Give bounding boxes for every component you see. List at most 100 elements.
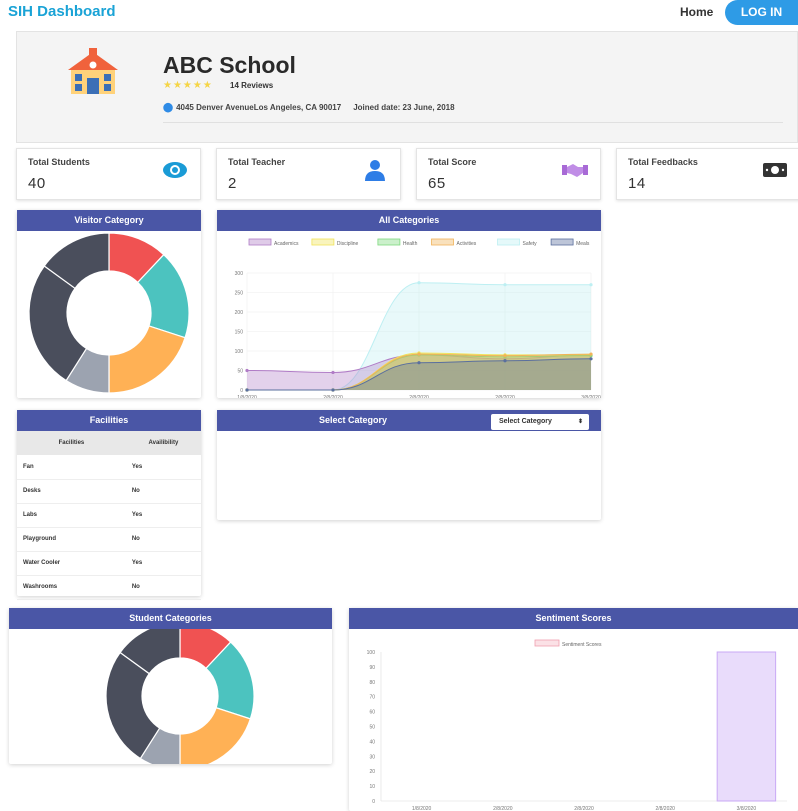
- legend-swatch: [431, 238, 454, 246]
- y-tick-label: 20: [369, 769, 375, 775]
- sentiment-bar-chart: Sentiment Scores 0 10 20 30 40 50 60 70 80 90 100 1/…: [367, 639, 787, 811]
- y-tick-label: 40: [369, 739, 375, 745]
- stat-card-students: Total Students 40: [16, 148, 201, 200]
- money-icon: [763, 163, 787, 177]
- facility-availability: Yes: [125, 503, 201, 528]
- y-tick-label: 10: [369, 784, 375, 790]
- legend-swatch: [311, 238, 335, 246]
- user-icon: [365, 160, 385, 181]
- stat-title: Total Teacher: [228, 157, 286, 167]
- facility-availability: Yes: [125, 455, 201, 480]
- data-point[interactable]: [245, 368, 249, 373]
- facility-availability: Yes: [125, 551, 201, 576]
- visitor-donut-chart: [28, 232, 190, 394]
- data-point[interactable]: [331, 370, 335, 375]
- y-tick-label: 0: [372, 799, 375, 805]
- visitor-category-card: Visitor Category: [17, 210, 201, 398]
- x-tick-label: 1/8/2020: [237, 395, 257, 398]
- x-tick-label: 2/8/2020: [574, 806, 594, 811]
- x-tick-label: 3/8/2020: [581, 395, 601, 398]
- legend-item[interactable]: Academics: [248, 238, 299, 247]
- y-tick-label: 300: [235, 271, 244, 277]
- legend-item[interactable]: Sentiment Scores: [534, 639, 602, 648]
- all-categories-area-chart: Academics Discipline Health Activities Safet…: [235, 238, 601, 401]
- data-point[interactable]: [589, 352, 593, 356]
- school-address: 4045 Denver AvenueLos Angeles, CA 90017: [176, 103, 342, 112]
- table-row: Fan Yes: [17, 455, 201, 480]
- stat-value: 14: [628, 175, 646, 192]
- y-tick-label: 100: [235, 349, 244, 355]
- legend-item[interactable]: Discipline: [311, 238, 359, 247]
- y-tick-label: 0: [240, 388, 243, 394]
- legend-label: Safety: [523, 241, 538, 247]
- facilities-table: Facilities Availibility Fan Yes Desks No L…: [17, 431, 201, 600]
- select-category-dropdown[interactable]: Select Category ⬍: [491, 414, 589, 430]
- y-tick-label: 60: [369, 710, 375, 716]
- data-point[interactable]: [503, 283, 507, 287]
- all-categories-card: All Categories Academics Discipline Health…: [217, 210, 601, 401]
- y-tick-label: 90: [369, 665, 375, 671]
- legend-label: Meals: [576, 241, 590, 247]
- pie-slice[interactable]: [179, 706, 252, 771]
- data-point[interactable]: [503, 354, 507, 358]
- updown-caret-icon: ⬍: [577, 419, 583, 425]
- reviews-count: 14 Reviews: [230, 81, 274, 90]
- data-point[interactable]: [417, 361, 421, 365]
- legend-swatch: [377, 238, 401, 246]
- stat-title: Total Students: [28, 157, 90, 167]
- data-point[interactable]: [417, 352, 421, 356]
- home-link[interactable]: Home: [680, 5, 713, 19]
- legend-label: Academics: [274, 241, 299, 247]
- legend-label: Sentiment Scores: [562, 642, 602, 648]
- table-header-row: Facilities Availibility: [17, 431, 201, 455]
- x-tick-label: 1/8/2020: [412, 806, 432, 811]
- school-name: ABC School: [163, 52, 296, 78]
- data-point[interactable]: [589, 283, 593, 287]
- card-title: Visitor Category: [17, 210, 201, 231]
- stat-value: 2: [228, 175, 237, 192]
- facility-availability: No: [125, 527, 201, 552]
- column-header: Facilities: [17, 431, 126, 455]
- legend-item[interactable]: Safety: [497, 238, 538, 247]
- login-button[interactable]: LOG IN: [725, 0, 798, 25]
- legend-swatch: [248, 238, 272, 246]
- column-header: Availibility: [125, 431, 201, 455]
- data-point[interactable]: [245, 388, 249, 392]
- stat-value: 65: [428, 175, 446, 192]
- eye-icon: [163, 162, 187, 178]
- stat-title: Total Feedbacks: [628, 157, 698, 167]
- legend-item[interactable]: Activities: [431, 238, 477, 247]
- bar[interactable]: [716, 651, 777, 802]
- data-point[interactable]: [503, 359, 507, 363]
- legend-swatch: [534, 639, 560, 647]
- y-tick-label: 80: [369, 680, 375, 686]
- table-row: Water Cooler Yes: [17, 551, 201, 576]
- x-tick-label: 2/8/2020: [655, 806, 675, 811]
- data-point[interactable]: [331, 388, 335, 392]
- card-title-bar: Select Category Select Category ⬍: [217, 410, 601, 431]
- y-tick-label: 50: [369, 725, 375, 731]
- table-row: Labs Yes: [17, 503, 201, 528]
- brand-link[interactable]: SIH Dashboard: [8, 3, 116, 20]
- x-tick-label: 2/8/2020: [409, 395, 429, 398]
- data-point[interactable]: [417, 281, 421, 285]
- facility-name: Washrooms: [17, 575, 126, 600]
- table-row: Washrooms No: [17, 575, 201, 600]
- legend-item[interactable]: Meals: [550, 238, 590, 247]
- legend-item[interactable]: Health: [377, 238, 418, 247]
- location-pin-icon: ⬤: [163, 102, 174, 112]
- joined-date: Joined date: 23 June, 2018: [353, 103, 455, 112]
- x-tick-label: 2/8/2020: [495, 395, 515, 398]
- school-header-card: ABC School ★★★★★ 14 Reviews ⬤ 4045 Denver…: [16, 31, 798, 143]
- y-tick-label: 30: [369, 754, 375, 760]
- card-title: Student Categories: [9, 608, 332, 629]
- facility-name: Labs: [17, 503, 126, 528]
- rating-stars-icon: ★★★★★: [163, 80, 213, 91]
- top-navbar: SIH Dashboard Home LOG IN: [0, 0, 798, 26]
- school-icon: [68, 48, 118, 94]
- pie-slice[interactable]: [108, 325, 186, 394]
- facility-name: Water Cooler: [17, 551, 126, 576]
- stat-value: 40: [28, 175, 46, 192]
- data-point[interactable]: [589, 357, 593, 361]
- facilities-card: Facilities Facilities Availibility Fan Ye…: [17, 410, 201, 600]
